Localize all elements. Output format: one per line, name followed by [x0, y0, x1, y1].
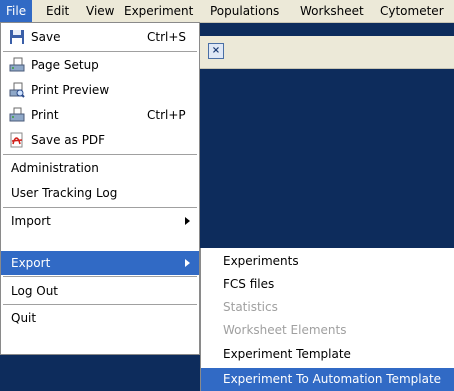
menu-item-print[interactable]: Print Ctrl+P — [1, 103, 199, 127]
printer-icon — [9, 107, 25, 122]
menu-separator — [3, 276, 197, 277]
menu-item-save[interactable]: Save Ctrl+S — [1, 25, 199, 49]
floppy-disk-icon — [10, 30, 24, 44]
menu-edit[interactable]: Edit — [40, 0, 75, 22]
menu-item-label: Export — [11, 256, 51, 270]
submenu-item-experiment-template[interactable]: Experiment Template — [201, 343, 454, 366]
menu-populations[interactable]: Populations — [204, 0, 285, 22]
pdf-icon — [10, 132, 23, 148]
menu-item-log-out[interactable]: Log Out — [1, 279, 199, 303]
print-preview-icon — [9, 82, 25, 98]
menu-item-label: Save as PDF — [31, 133, 106, 147]
menu-bar: File Edit View Experiment Populations Wo… — [0, 0, 454, 23]
submenu-arrow-icon — [185, 259, 190, 267]
menu-item-label: Save — [31, 30, 61, 44]
menu-item-label: Print — [31, 108, 59, 122]
menu-item-label: Log Out — [11, 284, 59, 298]
submenu-item-experiment-to-automation-template[interactable]: Experiment To Automation Template — [201, 368, 454, 391]
export-tool-icon[interactable]: × — [208, 43, 224, 59]
submenu-arrow-icon — [185, 217, 190, 225]
menu-worksheet[interactable]: Worksheet — [294, 0, 370, 22]
menu-item-export[interactable]: Export — [1, 251, 199, 275]
menu-view[interactable]: View — [80, 0, 120, 22]
submenu-item-statistics: Statistics — [223, 300, 278, 314]
menu-item-label: User Tracking Log — [11, 186, 118, 200]
menu-item-administration[interactable]: Administration — [1, 156, 199, 180]
submenu-item-fcs-files[interactable]: FCS files — [201, 273, 454, 296]
menu-item-save-as-pdf[interactable]: Save as PDF — [1, 128, 199, 152]
menu-separator — [3, 154, 197, 155]
menu-item-quit[interactable]: Quit — [1, 306, 199, 330]
menu-cytometer[interactable]: Cytometer — [374, 0, 450, 22]
menu-item-label: Quit — [11, 311, 37, 325]
menu-file[interactable]: File — [0, 0, 33, 22]
menu-item-label: Print Preview — [31, 83, 110, 97]
menu-item-label: Administration — [11, 161, 99, 175]
menu-item-label: Page Setup — [31, 58, 99, 72]
menu-separator — [3, 207, 197, 208]
menu-item-user-tracking-log[interactable]: User Tracking Log — [1, 181, 199, 205]
menu-separator — [3, 304, 197, 305]
menu-separator — [3, 51, 197, 52]
export-submenu: Experiments FCS files Statistics Workshe… — [200, 248, 454, 391]
menu-item-label: Import — [11, 214, 51, 228]
menu-item-import[interactable]: Import — [1, 209, 199, 233]
menu-item-page-setup[interactable]: Page Setup — [1, 53, 199, 77]
file-menu: Save Ctrl+S Page Setup Print Preview Pri… — [0, 22, 200, 355]
submenu-item-worksheet-elements: Worksheet Elements — [223, 323, 347, 337]
menu-item-print-preview[interactable]: Print Preview — [1, 78, 199, 102]
shortcut-text: Ctrl+S — [147, 30, 187, 44]
page-setup-icon — [9, 57, 25, 72]
toolbar: × — [200, 36, 454, 69]
menu-experiment[interactable]: Experiment — [118, 0, 199, 22]
shortcut-text: Ctrl+P — [147, 108, 186, 122]
submenu-item-experiments[interactable]: Experiments — [201, 250, 454, 273]
